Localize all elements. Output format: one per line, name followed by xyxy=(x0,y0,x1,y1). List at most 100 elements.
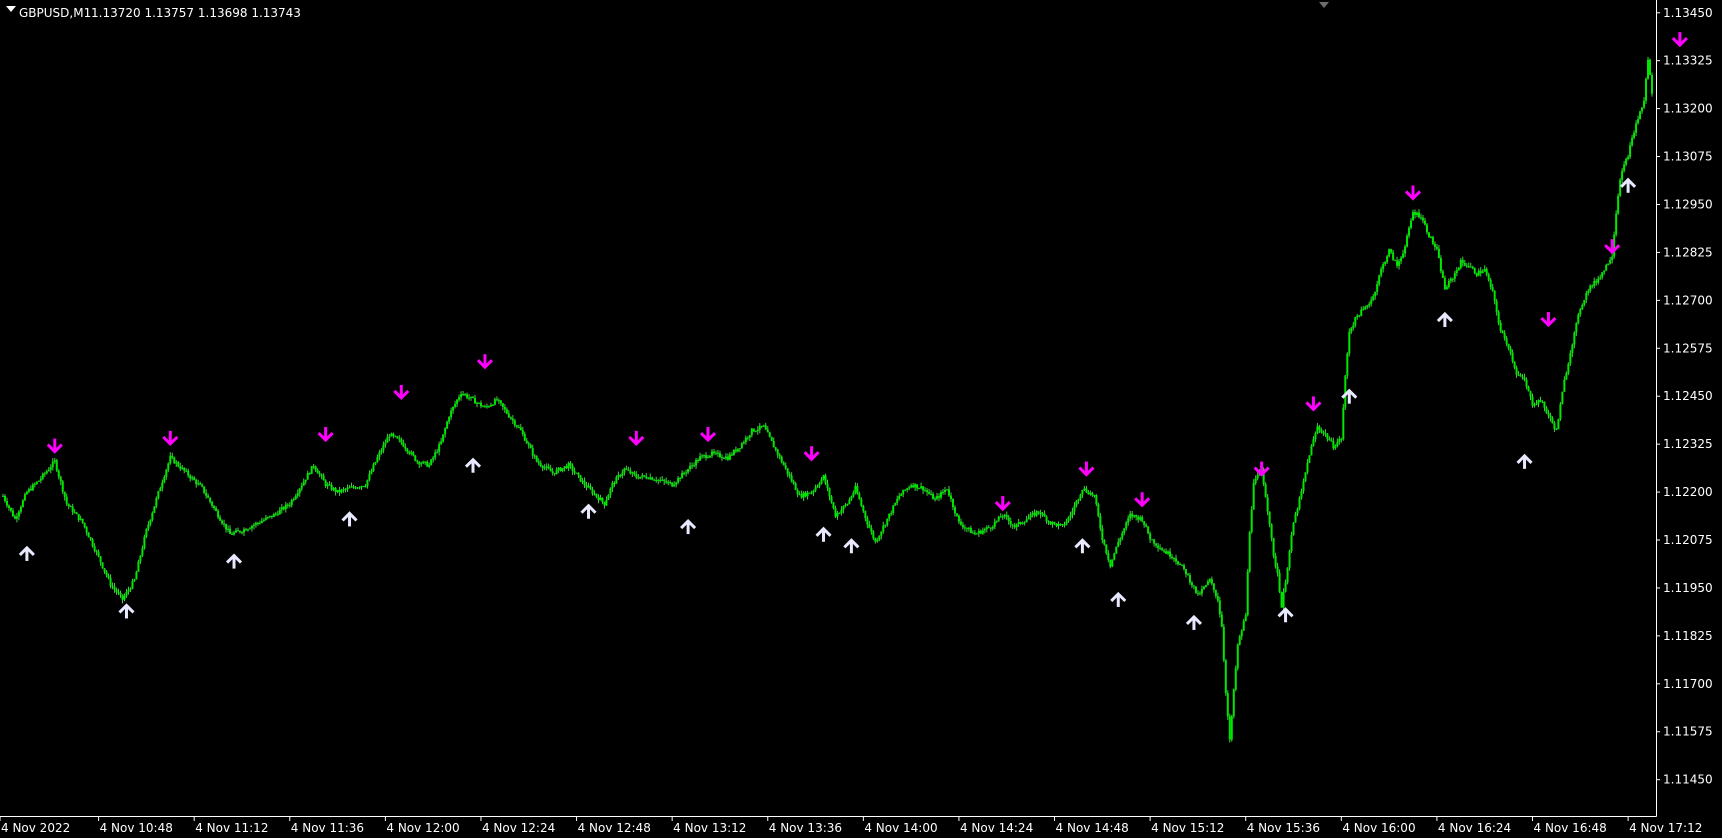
candle-body xyxy=(645,476,648,479)
shift-marker-icon[interactable] xyxy=(1319,2,1329,8)
candle-body xyxy=(746,437,749,439)
candle-body xyxy=(824,475,827,484)
candle-body xyxy=(1398,261,1401,266)
candle-body xyxy=(1300,491,1303,498)
candle-body xyxy=(1284,582,1287,592)
candle-body xyxy=(205,492,208,496)
candle-body xyxy=(1019,522,1022,524)
candle-body xyxy=(906,488,909,491)
candle-body xyxy=(256,522,259,524)
candle-body xyxy=(527,443,530,445)
candle-body xyxy=(165,469,168,477)
candle-body xyxy=(999,516,1002,518)
candle-body xyxy=(25,491,28,495)
candle-body xyxy=(1095,495,1098,505)
price-tick-label: 1.11575 xyxy=(1663,725,1713,739)
candle-body xyxy=(1167,551,1170,554)
candle-body xyxy=(1423,220,1426,225)
candle-body xyxy=(1414,212,1417,215)
candle-body xyxy=(643,475,646,477)
price-tick-label: 1.12075 xyxy=(1663,533,1713,547)
candle-body xyxy=(1027,517,1030,520)
candle-body xyxy=(276,513,279,515)
chart-area[interactable]: GBPUSD,M1 1.13720 1.13757 1.13698 1.1374… xyxy=(0,0,1722,838)
candle-body xyxy=(1035,511,1038,516)
candle-body xyxy=(971,532,974,534)
price-tick-label: 1.12825 xyxy=(1663,245,1713,259)
time-tick-label: 4 Nov 17:12 xyxy=(1629,821,1702,835)
candle-body xyxy=(306,473,309,480)
candle-body xyxy=(675,482,678,485)
candle-body xyxy=(870,527,873,532)
candle-body xyxy=(133,579,136,582)
candle-body xyxy=(1625,158,1628,165)
candle-body xyxy=(1009,521,1012,525)
candle-body xyxy=(270,515,273,518)
price-chart[interactable]: GBPUSD,M1 1.13720 1.13757 1.13698 1.1374… xyxy=(0,0,1722,838)
candle-body xyxy=(1573,332,1576,345)
candle-body xyxy=(147,524,150,529)
candle-body xyxy=(312,466,315,468)
candle-body xyxy=(730,454,733,456)
candle-body xyxy=(1308,455,1311,463)
candle-body xyxy=(1033,512,1036,516)
candle-body xyxy=(852,492,855,497)
candle-body xyxy=(314,466,317,471)
candle-body xyxy=(1439,257,1442,272)
candle-body xyxy=(422,461,425,464)
ohlc-label: 1.13720 1.13757 1.13698 1.13743 xyxy=(91,6,301,20)
candle-body xyxy=(1352,325,1355,329)
candle-body xyxy=(428,464,431,467)
candle-body xyxy=(1587,290,1590,293)
candle-body xyxy=(549,468,552,472)
candle-body xyxy=(539,463,542,466)
candle-body xyxy=(1513,361,1516,368)
candle-body xyxy=(872,531,875,539)
candle-body xyxy=(1169,551,1172,557)
candle-body xyxy=(1505,338,1508,344)
candle-body xyxy=(207,495,210,498)
candle-body xyxy=(93,546,96,551)
time-tick-label: 4 Nov 2022 xyxy=(1,821,70,835)
candle-body xyxy=(1334,446,1337,449)
candle-body xyxy=(876,539,879,542)
candle-body xyxy=(1645,78,1648,101)
candle-body xyxy=(1145,524,1148,527)
candle-body xyxy=(854,485,857,493)
candle-body xyxy=(420,463,423,465)
candle-body xyxy=(1180,564,1183,566)
down-arrow-icon xyxy=(628,430,645,447)
candle-body xyxy=(280,507,283,510)
candle-body xyxy=(1155,543,1158,546)
candle-body xyxy=(97,551,100,557)
candle-body xyxy=(400,439,403,443)
candle-body xyxy=(1647,59,1650,79)
candle-body xyxy=(17,511,20,517)
candle-body xyxy=(806,492,809,497)
candle-body xyxy=(1569,353,1572,364)
collapse-triangle-icon[interactable] xyxy=(6,6,16,12)
candle-body xyxy=(1196,592,1199,594)
candle-body xyxy=(408,451,411,454)
candle-body xyxy=(454,403,457,407)
candle-body xyxy=(446,421,449,429)
candle-body xyxy=(848,499,851,504)
candle-body xyxy=(336,490,339,492)
candle-body xyxy=(1065,521,1068,525)
candle-body xyxy=(519,427,522,431)
candle-body xyxy=(762,425,765,427)
candle-body xyxy=(328,484,331,486)
candle-body xyxy=(842,506,845,510)
candle-body xyxy=(1175,558,1178,562)
candle-body xyxy=(1461,259,1464,263)
candle-body xyxy=(1101,528,1104,540)
candle-body xyxy=(910,485,913,488)
candle-body xyxy=(426,461,429,467)
candle-body xyxy=(442,434,445,442)
candle-body xyxy=(1057,523,1060,527)
candle-body xyxy=(1041,513,1044,515)
price-axis: 1.13450 1.13325 1.13200 1.13075 1.12950 1.128… xyxy=(1656,6,1713,787)
candle-body xyxy=(1244,615,1247,622)
candle-body xyxy=(629,470,632,474)
candle-body xyxy=(585,485,588,488)
